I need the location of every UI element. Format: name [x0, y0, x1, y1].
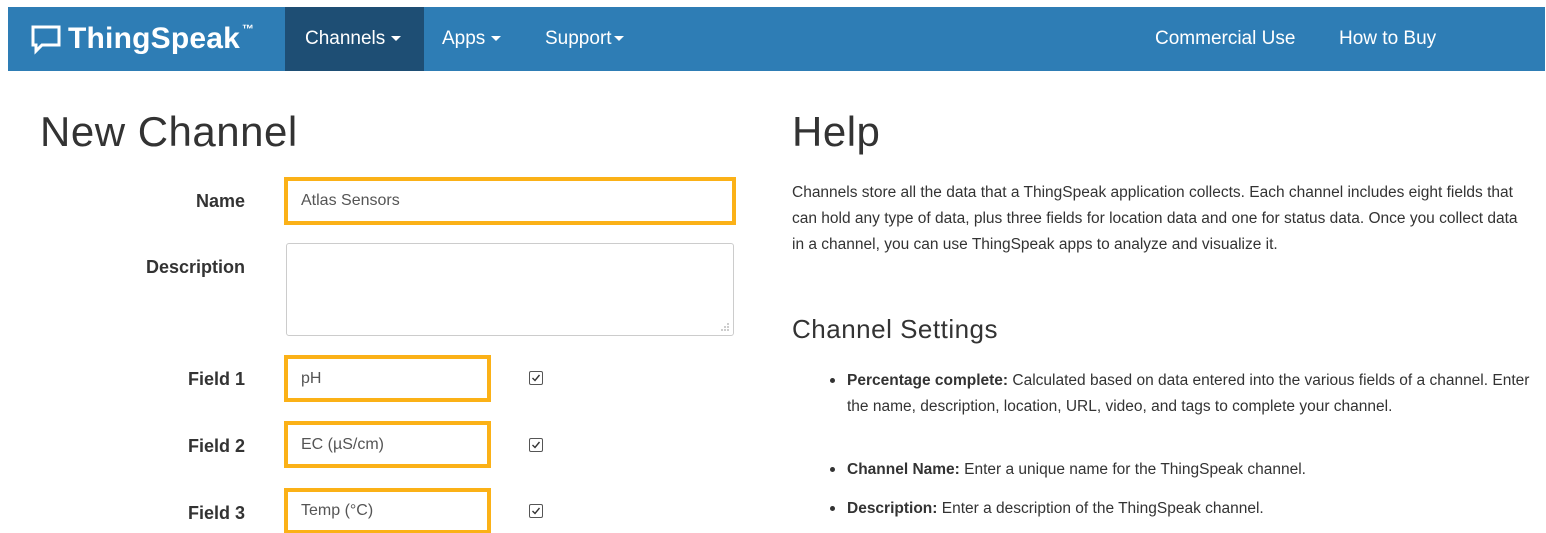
channel-name-value: Atlas Sensors	[301, 192, 400, 209]
chevron-down-icon	[491, 36, 502, 42]
nav-support-menu[interactable]: Support	[545, 7, 624, 71]
help-title: Help	[792, 108, 881, 155]
nav-how-to-buy-label: How to Buy	[1339, 28, 1437, 49]
field-1-input[interactable]: pH	[284, 355, 491, 402]
bullet-text: Enter a description of the ThingSpeak ch…	[937, 500, 1264, 517]
nav-support-label: Support	[545, 28, 612, 49]
field-1-value: pH	[301, 369, 322, 387]
field-1-checkbox[interactable]	[529, 371, 543, 385]
field-3-input[interactable]: Temp (°C)	[284, 488, 491, 533]
field-2-label: Field 2	[187, 436, 245, 456]
speech-bubble-icon	[31, 25, 61, 55]
brand-logo[interactable]: ThingSpeak ™	[30, 7, 254, 71]
nav-commercial-use-label: Commercial Use	[1155, 28, 1296, 49]
bullet-term: Description:	[847, 500, 938, 517]
description-textarea[interactable]	[286, 243, 734, 336]
nav-channels-menu[interactable]: Channels	[285, 7, 424, 71]
nav-how-to-buy-link[interactable]: How to Buy	[1339, 7, 1436, 71]
field-2-input[interactable]: EC (µS/cm)	[284, 421, 491, 468]
brand-trademark: ™	[242, 22, 255, 36]
bullet-text: Enter a unique name for the ThingSpeak c…	[959, 461, 1306, 478]
field-3-label: Field 3	[187, 503, 245, 523]
bullet-term: Channel Name:	[847, 461, 960, 478]
description-label: Description	[145, 257, 245, 277]
field-2-checkbox[interactable]	[529, 438, 543, 452]
chevron-down-icon	[391, 36, 402, 42]
nav-commercial-use-link[interactable]: Commercial Use	[1155, 7, 1295, 71]
page-title: New Channel	[40, 108, 298, 155]
help-bullet-channel-name: Channel Name: Enter a unique name for th…	[830, 457, 1537, 483]
name-label: Name	[195, 191, 245, 211]
nav-apps-menu[interactable]: Apps	[442, 7, 502, 71]
help-bullet-percentage: Percentage complete: Calculated based on…	[830, 368, 1537, 420]
checkmark-icon	[532, 507, 541, 515]
field-3-value: Temp (°C)	[301, 502, 374, 519]
top-navbar: ThingSpeak ™ Channels Apps Support Comme…	[8, 7, 1545, 71]
channel-settings-heading: Channel Settings	[792, 314, 999, 344]
bullet-term: Percentage complete:	[847, 372, 1009, 389]
field-3-checkbox[interactable]	[529, 504, 543, 518]
resize-grip-icon[interactable]	[720, 322, 730, 332]
help-intro-text: Channels store all the data that a Thing…	[792, 184, 1518, 253]
field-2-value: EC (µS/cm)	[301, 435, 384, 453]
nav-apps-label: Apps	[442, 28, 486, 49]
checkmark-icon	[532, 441, 541, 449]
help-bullet-description: Description: Enter a description of the …	[830, 496, 1537, 522]
brand-name: ThingSpeak	[68, 22, 241, 55]
channel-name-input[interactable]: Atlas Sensors	[284, 177, 736, 225]
chevron-down-icon	[613, 36, 624, 42]
checkmark-icon	[532, 374, 541, 382]
field-1-label: Field 1	[187, 369, 245, 389]
nav-channels-label: Channels	[305, 28, 386, 49]
